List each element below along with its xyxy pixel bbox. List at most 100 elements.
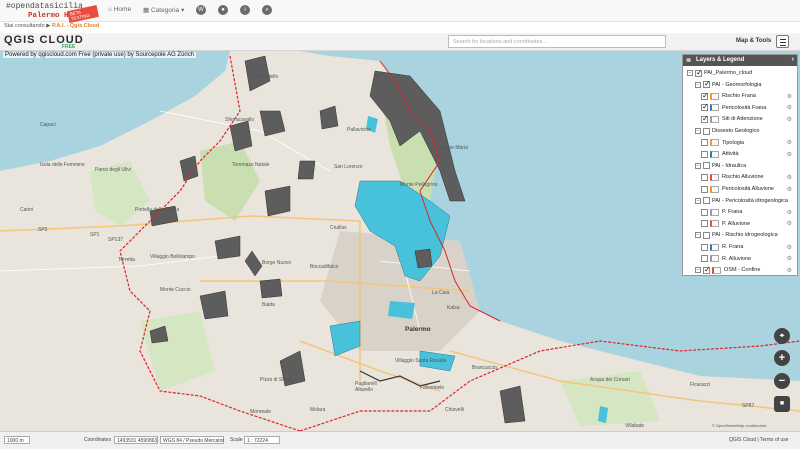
expand-toggle-icon[interactable]: −: [695, 162, 701, 169]
layer-visibility-checkbox[interactable]: [701, 208, 708, 216]
legend-layer-row[interactable]: P. Alluvione ⚙: [701, 219, 795, 229]
legend-layer-row[interactable]: − PAI_Palermo_cloud: [687, 68, 795, 78]
breadcrumb-page[interactable]: P.A.I. - Qgis Cloud: [52, 23, 99, 29]
scale-label: Scale: [230, 437, 243, 443]
expand-toggle-icon[interactable]: −: [695, 267, 701, 274]
qgis-cloud-logo: QGIS CLOUD FREE: [4, 34, 84, 50]
expand-toggle-icon[interactable]: −: [695, 197, 701, 204]
expand-toggle-icon[interactable]: −: [695, 128, 701, 134]
layer-visibility-checkbox[interactable]: [701, 150, 708, 158]
zoom-in-button[interactable]: +: [774, 350, 790, 366]
layer-visibility-checkbox[interactable]: [703, 162, 710, 170]
layer-visibility-checkbox[interactable]: [701, 139, 708, 147]
layer-visibility-checkbox[interactable]: [695, 68, 703, 77]
layer-visibility-checkbox[interactable]: [701, 255, 708, 263]
legend-layer-row[interactable]: − PAI - Geomorfologia: [695, 79, 795, 90]
legend-layer-label: PAI - Pericolosità idrogeologica: [712, 197, 789, 204]
nav-categoria-dropdown[interactable]: ▦ Categoria ▾: [143, 6, 184, 14]
layer-settings-gear-icon[interactable]: ⚙: [787, 174, 792, 181]
map-tools-label[interactable]: Map & Tools: [736, 38, 771, 44]
legend-layer-row[interactable]: Rischio Alluvione ⚙: [701, 172, 795, 182]
map-label-cruillas: Cruillas: [330, 225, 347, 231]
expand-toggle-icon[interactable]: −: [695, 81, 701, 88]
legend-layer-row[interactable]: − OSM - Confine ⚙: [695, 265, 795, 275]
info-icon[interactable]: i: [240, 5, 250, 15]
landslide-area: [414, 248, 433, 269]
layer-settings-gear-icon[interactable]: ⚙: [787, 209, 792, 216]
legend-layer-row[interactable]: − Dissesto Geologico: [695, 126, 795, 136]
legend-layer-row[interactable]: P. Frana ⚙: [701, 207, 795, 217]
legend-layer-row[interactable]: Rischio Frana ⚙: [701, 91, 795, 101]
layer-visibility-checkbox[interactable]: [701, 185, 708, 193]
terms-link[interactable]: QGIS Cloud | Terms of use: [729, 437, 789, 443]
layer-visibility-checkbox[interactable]: [701, 243, 708, 251]
hamburger-menu-icon[interactable]: [776, 35, 789, 48]
layer-settings-gear-icon[interactable]: ⚙: [787, 93, 792, 100]
legend-layer-row[interactable]: Pericolosità Frana ⚙: [701, 102, 795, 113]
collapse-arrow-icon[interactable]: ›: [792, 56, 794, 63]
layers-icon: ≋: [686, 58, 692, 64]
layer-visibility-checkbox[interactable]: [701, 220, 708, 228]
breadcrumb: Stai consultando ▶ P.A.I. - Qgis Cloud: [4, 23, 99, 29]
powered-by-text[interactable]: Powered by qgiscloud.com Free (private u…: [3, 52, 197, 58]
search-icon[interactable]: ⌕: [262, 5, 272, 15]
github-icon[interactable]: ●: [218, 5, 228, 15]
map-label-tommaso: Tommaso Natale: [232, 162, 270, 168]
layer-settings-gear-icon[interactable]: ⚙: [787, 151, 792, 158]
layer-visibility-checkbox[interactable]: [703, 79, 711, 89]
legend-layer-label: Pericolosità Alluvione: [722, 186, 774, 192]
legend-layer-label: Tipologia: [722, 139, 745, 146]
qgis-header: QGIS CLOUD FREE Search for locations and…: [0, 33, 800, 51]
legend-layer-row[interactable]: R. Alluvione ⚙: [701, 254, 795, 264]
zoom-out-button[interactable]: −: [774, 373, 790, 389]
print-icon[interactable]: ■: [774, 396, 790, 412]
layer-symbol-icon: [710, 139, 719, 147]
legend-layer-row[interactable]: R. Frana ⚙: [701, 242, 795, 252]
layer-settings-gear-icon[interactable]: ⚙: [787, 267, 792, 274]
landslide-area: [259, 278, 283, 299]
nav-home-link[interactable]: ⌂ Home: [108, 6, 131, 13]
legend-layer-row[interactable]: − PAI - Idraulica: [695, 161, 795, 171]
scale-input[interactable]: 1 : 72224: [244, 436, 280, 444]
geolocate-icon[interactable]: ⌖: [774, 328, 790, 344]
map-label-vergine: Vergine Maria: [437, 145, 468, 151]
expand-toggle-icon[interactable]: −: [687, 70, 693, 76]
layer-visibility-checkbox[interactable]: [703, 127, 710, 135]
layer-settings-gear-icon[interactable]: ⚙: [787, 139, 792, 146]
legend-layer-row[interactable]: − PAI - Rischio idrogeologica: [695, 230, 795, 240]
map-label-lacala: La Cala: [432, 290, 449, 296]
legend-header[interactable]: ≋ Layers & Legend ›: [683, 55, 797, 66]
legend-layer-row[interactable]: Pericolosità Alluvione ⚙: [701, 184, 795, 194]
map-canvas[interactable]: Palermo Mondello Isola delle Femmine Cap…: [0, 51, 800, 431]
map-label-carini: Carini: [20, 207, 33, 213]
landslide-area: [199, 290, 229, 320]
legend-layer-label: Rischio Alluvione: [722, 174, 764, 181]
map-label-sp3: SP3: [38, 227, 48, 233]
legend-layer-label: R. Alluvione: [722, 255, 752, 262]
layer-visibility-checkbox[interactable]: [701, 114, 709, 123]
layer-visibility-checkbox[interactable]: [701, 173, 708, 181]
layer-settings-gear-icon[interactable]: ⚙: [787, 186, 792, 193]
layer-settings-gear-icon[interactable]: ⚙: [787, 244, 792, 251]
legend-layer-row[interactable]: Siti di Attenzione ⚙: [701, 114, 795, 124]
layer-settings-gear-icon[interactable]: ⚙: [787, 104, 792, 111]
crs-select[interactable]: WGS 84 / Pseudo Mercator: [160, 436, 224, 444]
expand-toggle-icon[interactable]: −: [695, 232, 701, 239]
legend-layer-row[interactable]: Tipologia ⚙: [701, 138, 795, 148]
map-label-parco: Parco degli Ulivi: [95, 167, 131, 173]
map-label-sp137: SP137: [108, 237, 123, 243]
wordpress-icon[interactable]: W: [196, 5, 206, 15]
layer-visibility-checkbox[interactable]: [701, 102, 709, 112]
site-logo[interactable]: #opendatasicilia Palermo Hub BETA TESTIN…: [6, 2, 99, 23]
layer-visibility-checkbox[interactable]: [703, 197, 710, 205]
layer-settings-gear-icon[interactable]: ⚙: [787, 255, 792, 262]
layer-visibility-checkbox[interactable]: [703, 265, 711, 274]
osm-attribution[interactable]: © OpenStreetMap contributors: [712, 423, 766, 428]
legend-layer-row[interactable]: − PAI - Pericolosità idrogeologica: [695, 196, 795, 206]
layer-visibility-checkbox[interactable]: [703, 231, 710, 239]
layer-settings-gear-icon[interactable]: ⚙: [787, 116, 792, 123]
location-search-input[interactable]: Search for locations and coordinates...: [448, 35, 666, 48]
layer-visibility-checkbox[interactable]: [701, 91, 709, 100]
layer-settings-gear-icon[interactable]: ⚙: [787, 220, 792, 227]
legend-layer-row[interactable]: Attività ⚙: [701, 149, 795, 159]
